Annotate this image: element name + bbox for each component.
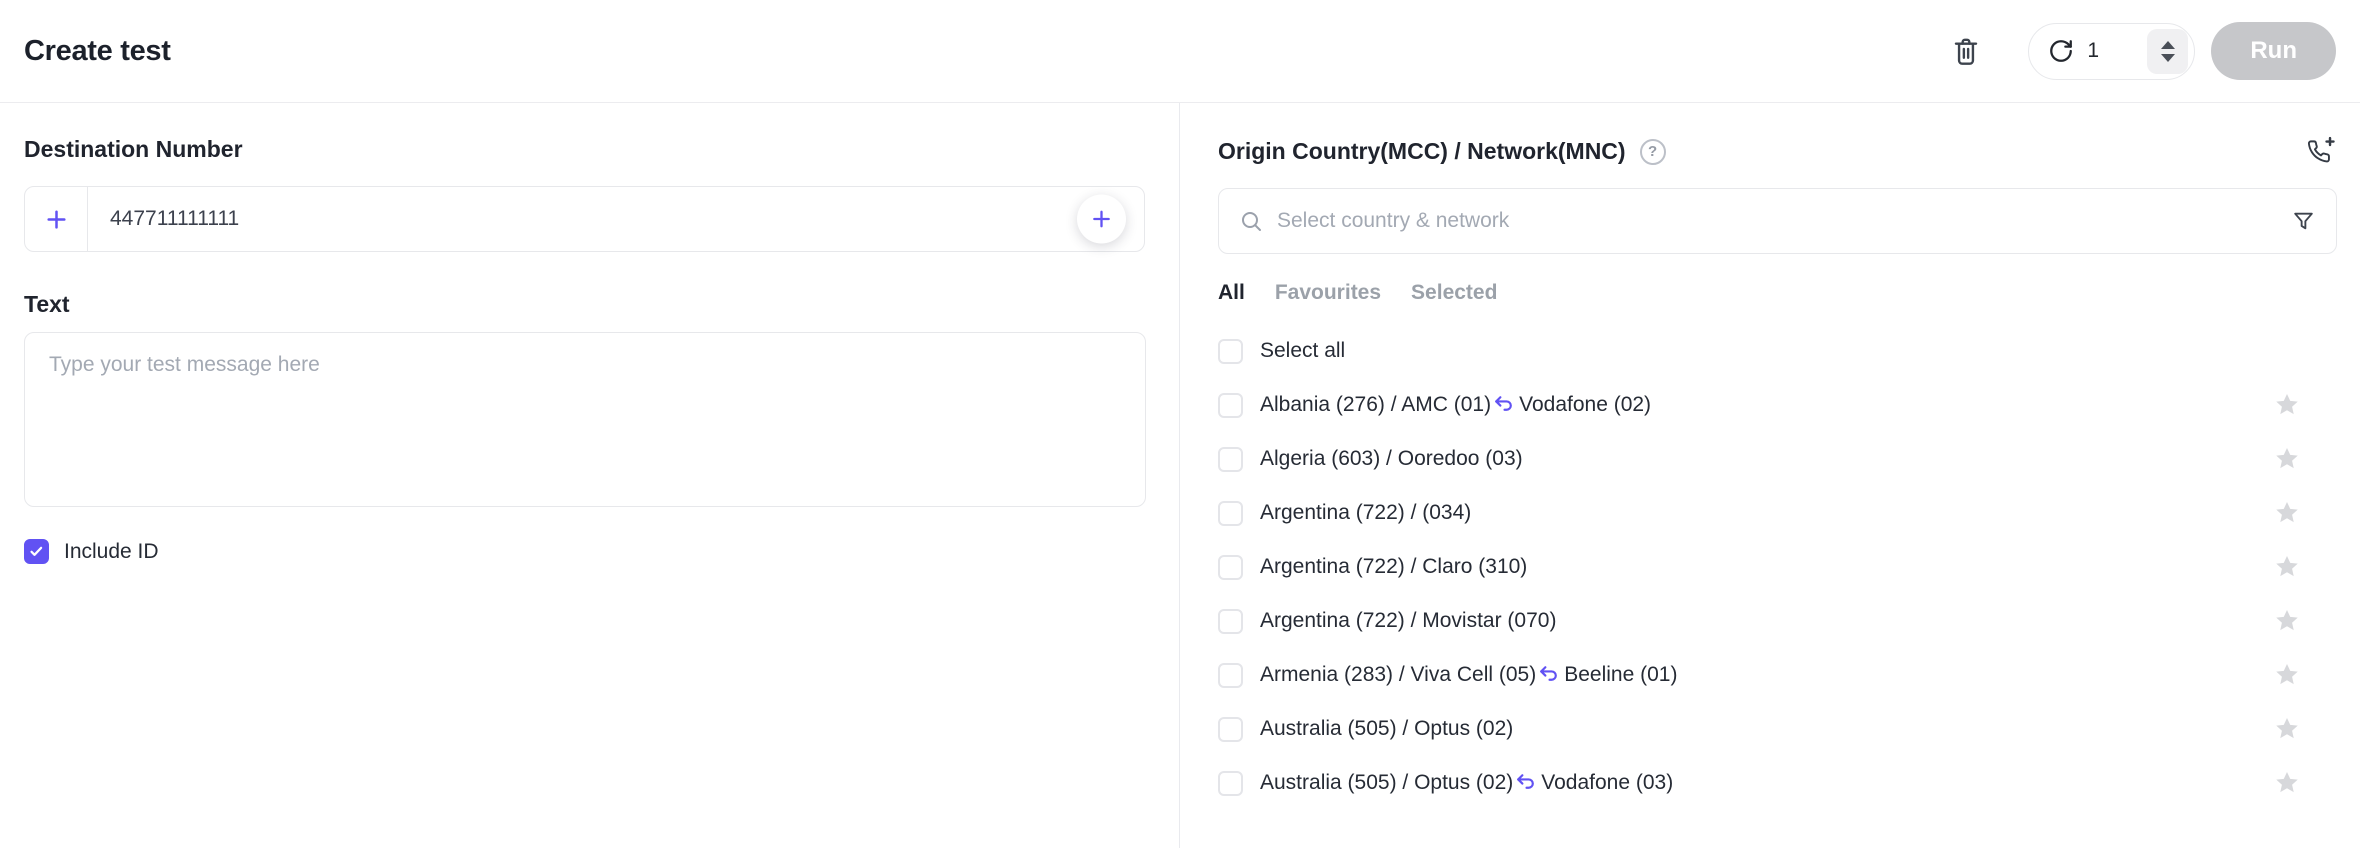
favourite-star-icon[interactable] (2273, 769, 2301, 797)
destination-number-input[interactable] (88, 187, 1144, 251)
filter-button[interactable] (2291, 209, 2316, 234)
origin-network-panel: Origin Country(MCC) / Network(MNC) ? Sel… (1180, 103, 2360, 848)
run-button[interactable]: Run (2211, 22, 2336, 80)
network-row[interactable]: Albania (276) / AMC (01) Vodafone (02) (1218, 378, 2337, 432)
checkmark-icon (30, 546, 43, 556)
message-textarea[interactable] (24, 332, 1146, 507)
network-tabs: All Favourites Selected (1218, 281, 2337, 305)
plus-icon (44, 207, 69, 232)
tab-selected[interactable]: Selected (1411, 281, 1497, 305)
header-actions: 1 Run (1950, 22, 2336, 80)
delete-test-button[interactable] (1950, 35, 1982, 67)
destination-number-label: Destination Number (24, 136, 243, 162)
favourite-star-icon[interactable] (2273, 607, 2301, 635)
origin-panel-header: Origin Country(MCC) / Network(MNC) ? (1218, 136, 2337, 167)
main-content: Destination Number Text (0, 103, 2360, 848)
network-row[interactable]: Algeria (603) / Ooredoo (03) (1218, 432, 2337, 486)
search-icon (1239, 209, 1263, 233)
network-row[interactable]: Australia (505) / Optus (02) (1218, 702, 2337, 756)
network-row-label: Australia (505) / Optus (02) (1260, 717, 1514, 740)
phone-plus-icon (2306, 136, 2337, 167)
favourite-star-icon[interactable] (2273, 445, 2301, 473)
include-id-checkbox[interactable] (24, 539, 49, 564)
network-row[interactable]: Australia (505) / Optus (02) Vodafone (0… (1218, 756, 2337, 810)
network-row-checkbox[interactable] (1218, 554, 1243, 580)
repeat-count-stepper[interactable] (2147, 28, 2189, 74)
destination-number-group (24, 186, 1145, 252)
network-row-label: Albania (276) / AMC (01) (1260, 393, 1492, 416)
trash-icon (1950, 35, 1982, 67)
add-destination-row-button[interactable] (1077, 194, 1126, 244)
network-search-box (1218, 188, 2337, 254)
header: Create test 1 Run (0, 0, 2360, 103)
network-row-checkbox[interactable] (1218, 446, 1243, 472)
favourite-star-icon[interactable] (2273, 391, 2301, 419)
network-row-label: Australia (505) / Optus (02) (1260, 771, 1514, 794)
favourite-star-icon[interactable] (2273, 499, 2301, 527)
network-row-fallback-label: Vodafone (03) (1541, 771, 1674, 794)
test-setup-panel: Destination Number Text (0, 103, 1180, 848)
include-id-label: Include ID (64, 539, 159, 563)
select-all-checkbox[interactable] (1218, 338, 1243, 364)
network-row-label: Argentina (722) / Claro (310) (1260, 555, 1528, 578)
add-destination-button[interactable] (25, 187, 88, 251)
filter-funnel-icon (2291, 209, 2316, 234)
tab-favourites[interactable]: Favourites (1275, 281, 1381, 305)
network-row-checkbox[interactable] (1218, 770, 1243, 796)
repeat-count-control[interactable]: 1 (2028, 22, 2196, 80)
stepper-down-icon[interactable] (2160, 53, 2175, 62)
fallback-arrow-icon (1513, 769, 1538, 794)
origin-title: Origin Country(MCC) / Network(MNC) (1218, 138, 1626, 164)
favourite-star-icon[interactable] (2273, 715, 2301, 743)
network-row[interactable]: Argentina (722) / (034) (1218, 486, 2337, 540)
include-id-row[interactable]: Include ID (24, 539, 1145, 564)
network-row-checkbox[interactable] (1218, 392, 1243, 418)
question-circle-icon[interactable]: ? (1639, 138, 1666, 165)
favourite-star-icon[interactable] (2273, 661, 2301, 689)
network-row[interactable]: Argentina (722) / Claro (310) (1218, 540, 2337, 594)
network-row-checkbox[interactable] (1218, 608, 1243, 634)
network-row-checkbox[interactable] (1218, 500, 1243, 526)
select-all-row[interactable]: Select all (1218, 324, 2337, 378)
tab-all[interactable]: All (1218, 281, 1245, 305)
network-row-checkbox[interactable] (1218, 662, 1243, 688)
page-title: Create test (24, 34, 171, 67)
network-row-label: Algeria (603) / Ooredoo (03) (1260, 447, 1523, 470)
network-row[interactable]: Argentina (722) / Movistar (070) (1218, 594, 2337, 648)
network-list: Select all Albania (276) / AMC (01) Voda… (1218, 324, 2337, 810)
fallback-arrow-icon (1536, 661, 1561, 686)
fallback-arrow-icon (1491, 391, 1516, 416)
network-row-label: Argentina (722) / (034) (1260, 501, 1472, 524)
stepper-up-icon[interactable] (2160, 40, 2175, 49)
select-all-label: Select all (1260, 339, 1346, 362)
network-search-input[interactable] (1277, 209, 2291, 233)
repeat-count-value[interactable]: 1 (2087, 39, 2099, 63)
network-row-label: Armenia (283) / Viva Cell (05) (1260, 663, 1537, 686)
network-row[interactable]: Armenia (283) / Viva Cell (05) Beeline (… (1218, 648, 2337, 702)
plus-circle-icon (1090, 208, 1113, 231)
network-row-checkbox[interactable] (1218, 716, 1243, 742)
favourite-star-icon[interactable] (2273, 553, 2301, 581)
rotate-cw-icon (2048, 38, 2074, 64)
network-row-label: Argentina (722) / Movistar (070) (1260, 609, 1557, 632)
network-row-fallback-label: Vodafone (02) (1519, 393, 1652, 416)
network-row-fallback-label: Beeline (01) (1564, 663, 1678, 686)
add-phone-button[interactable] (2306, 136, 2337, 167)
text-label: Text (24, 291, 70, 317)
